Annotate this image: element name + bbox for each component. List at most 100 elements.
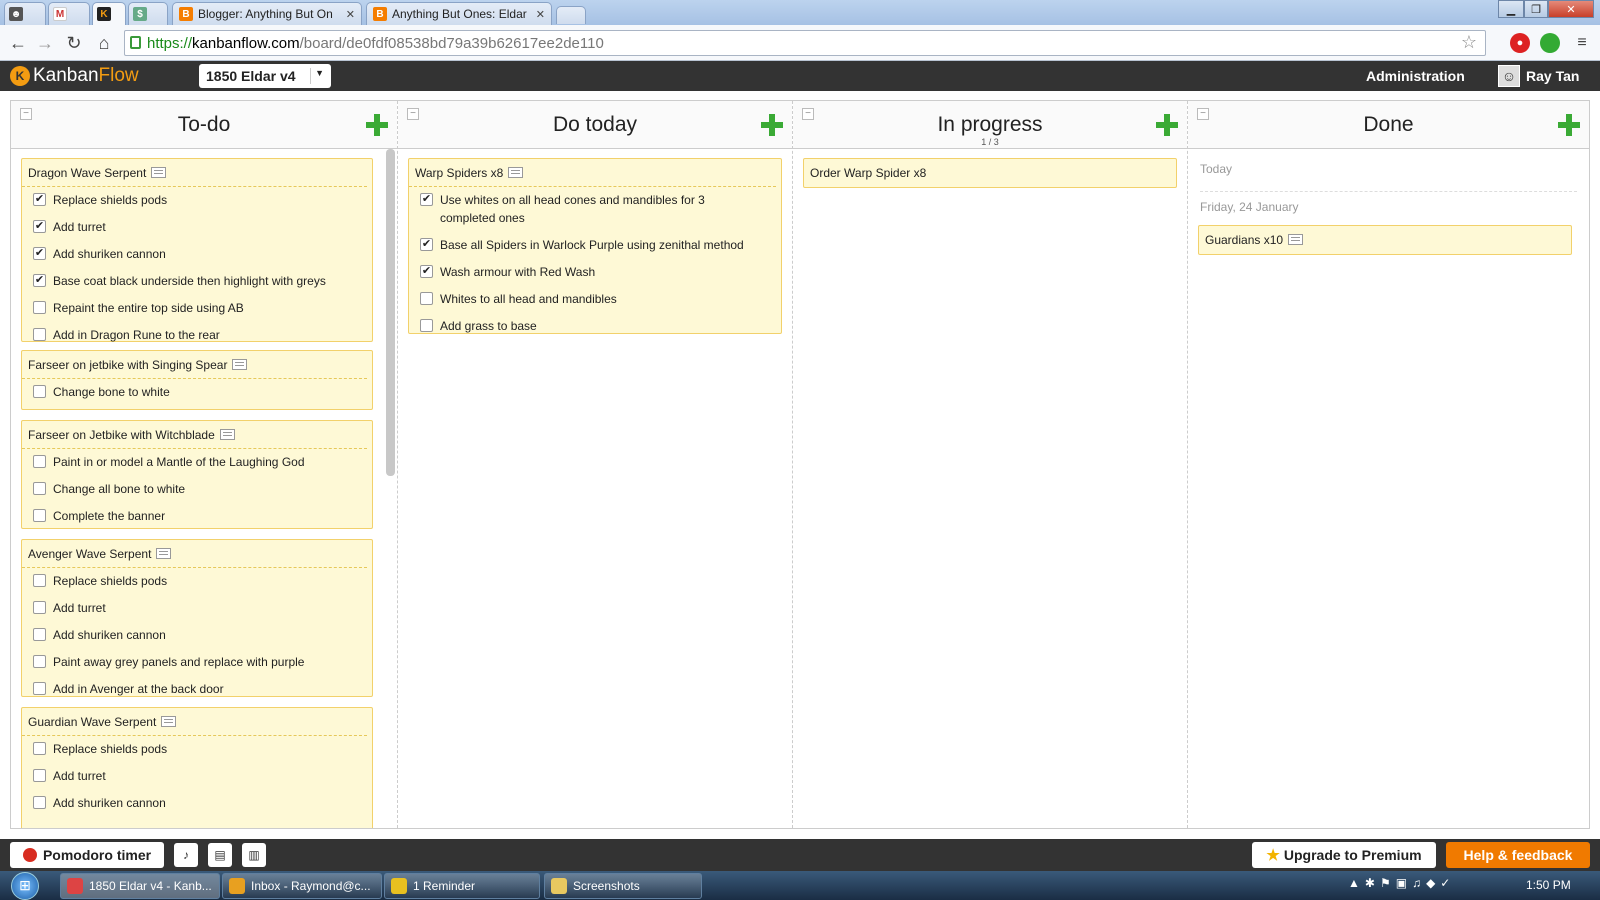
menu-icon[interactable]: ≡	[1570, 31, 1594, 55]
close-window-button[interactable]: ✕	[1548, 0, 1594, 18]
subtask-checkbox[interactable]	[420, 319, 433, 332]
help-feedback-button[interactable]: Help & feedback	[1446, 842, 1590, 868]
administration-link[interactable]: Administration	[1366, 68, 1465, 84]
add-task-button[interactable]	[1558, 114, 1580, 136]
taskbar-item-screenshots[interactable]: Screenshots	[544, 873, 702, 899]
task-title[interactable]: Guardians x10	[1199, 226, 1566, 253]
subtask-checkbox[interactable]	[33, 385, 46, 398]
column-scrollbar[interactable]	[386, 149, 395, 476]
subtask-checkbox[interactable]	[33, 601, 46, 614]
tab-pinned-alien[interactable]: ☻	[4, 2, 46, 25]
taskbar-label: Inbox - Raymond@c...	[251, 879, 371, 893]
tab-pinned-kanbanflow[interactable]: K	[92, 2, 126, 25]
bottom-toolbar: Pomodoro timer ♪ ▤ ▥ ★ Upgrade to Premium…	[0, 839, 1600, 871]
taskbar-item-reminder[interactable]: 1 Reminder	[384, 873, 540, 899]
subtask-checkbox[interactable]	[33, 742, 46, 755]
subtask-checkbox[interactable]: ✔	[420, 238, 433, 251]
task-card[interactable]: Avenger Wave Serpent Replace shields pod…	[21, 539, 373, 697]
subtask-text: Add shuriken cannon	[53, 628, 166, 642]
task-card[interactable]: Warp Spiders x8 ✔ Use whites on all head …	[408, 158, 782, 334]
start-button[interactable]: ⊞	[6, 871, 44, 900]
task-title[interactable]: Guardian Wave Serpent	[22, 708, 367, 736]
address-bar[interactable]: https://kanbanflow.com/board/de0fdf08538…	[124, 30, 1486, 56]
close-icon[interactable]: ✕	[536, 8, 545, 21]
subtask-checkbox[interactable]: ✔	[33, 274, 46, 287]
avatar[interactable]: ☺	[1498, 65, 1520, 87]
task-title[interactable]: Farseer on jetbike with Singing Spear	[22, 351, 367, 379]
tab-blogger[interactable]: B Blogger: Anything But On ✕	[172, 2, 362, 25]
kanbanflow-icon: K	[97, 7, 111, 21]
add-task-button[interactable]	[366, 114, 388, 136]
security-icon[interactable]: ✓	[1440, 876, 1450, 890]
task-card[interactable]: Guardian Wave Serpent Replace shields po…	[21, 707, 373, 828]
volume-icon[interactable]: ♫	[1412, 876, 1421, 890]
subtask-checkbox[interactable]	[33, 628, 46, 641]
print-icon[interactable]: ▤	[208, 843, 232, 867]
subtask-checkbox[interactable]	[33, 574, 46, 587]
add-task-button[interactable]	[761, 114, 783, 136]
back-button[interactable]: ←	[6, 31, 30, 55]
tab-pinned-other[interactable]: $	[128, 2, 168, 25]
task-title[interactable]: Avenger Wave Serpent	[22, 540, 367, 568]
subtask-checkbox[interactable]	[33, 455, 46, 468]
forward-button[interactable]: →	[33, 31, 57, 55]
system-clock[interactable]: 1:50 PM	[1526, 878, 1571, 892]
bookmark-star-icon[interactable]: ☆	[1461, 32, 1477, 53]
subtask-checkbox[interactable]	[33, 769, 46, 782]
task-title[interactable]: Warp Spiders x8	[409, 159, 776, 187]
close-icon[interactable]: ✕	[346, 8, 355, 21]
task-card[interactable]: Dragon Wave Serpent ✔ Replace shields pod…	[21, 158, 373, 342]
column-title: In progress	[937, 113, 1043, 136]
subtask-text: Change all bone to white	[53, 482, 186, 496]
add-task-button[interactable]	[1156, 114, 1178, 136]
subtask-checkbox[interactable]	[33, 682, 46, 695]
taskbar-item-outlook[interactable]: Inbox - Raymond@c...	[222, 873, 382, 899]
task-card[interactable]: Guardians x10	[1198, 225, 1572, 255]
subtask-checkbox[interactable]: ✔	[33, 193, 46, 206]
url-host: kanbanflow.com	[192, 34, 300, 52]
taskbar-item-chrome[interactable]: 1850 Eldar v4 - Kanb...	[60, 873, 220, 899]
day-header-today: Today	[1200, 162, 1233, 176]
stop-extension-icon[interactable]: ●	[1510, 33, 1530, 53]
browser-tab-strip: ☻ M K $ B Blogger: Anything But On ✕ B A…	[0, 0, 1600, 25]
sound-icon[interactable]: ♪	[174, 843, 198, 867]
board-selector[interactable]: 1850 Eldar v4 ▼	[199, 64, 331, 88]
upgrade-premium-button[interactable]: ★ Upgrade to Premium	[1252, 842, 1436, 868]
subtask-checkbox[interactable]	[420, 292, 433, 305]
subtask-checkbox[interactable]: ✔	[33, 247, 46, 260]
subtask-checkbox[interactable]	[33, 796, 46, 809]
task-card[interactable]: Farseer on jetbike with Singing Spear Ch…	[21, 350, 373, 410]
chevron-up-icon[interactable]: ▲	[1348, 876, 1360, 890]
minimize-button[interactable]: ▁	[1498, 0, 1524, 18]
flag-icon[interactable]: ⚑	[1380, 876, 1391, 890]
network-icon[interactable]: ▣	[1396, 876, 1407, 890]
subtask-checkbox[interactable]	[33, 301, 46, 314]
chart-icon[interactable]: ▥	[242, 843, 266, 867]
subtask-checkbox[interactable]: ✔	[420, 265, 433, 278]
task-title[interactable]: Farseer on Jetbike with Witchblade	[22, 421, 367, 449]
maximize-button[interactable]: ❐	[1524, 0, 1548, 18]
kanbanflow-logo[interactable]: K Kanban Flow	[10, 65, 139, 87]
task-card[interactable]: Farseer on Jetbike with Witchblade Paint…	[21, 420, 373, 529]
task-card[interactable]: Order Warp Spider x8	[803, 158, 1177, 188]
home-button[interactable]: ⌂	[92, 31, 116, 55]
subtask-checkbox[interactable]	[33, 328, 46, 341]
subtask-checkbox[interactable]: ✔	[420, 193, 433, 206]
task-title[interactable]: Dragon Wave Serpent	[22, 159, 367, 187]
subtask-checkbox[interactable]	[33, 509, 46, 522]
reload-button[interactable]: ↻	[62, 31, 86, 55]
user-name[interactable]: Ray Tan	[1526, 68, 1579, 84]
evernote-extension-icon[interactable]	[1540, 33, 1560, 53]
subtask-checkbox[interactable]	[33, 655, 46, 668]
subtask-checkbox[interactable]	[33, 482, 46, 495]
dropbox-icon[interactable]: ◆	[1426, 876, 1435, 890]
tab-anything-but-ones[interactable]: B Anything But Ones: Eldar ✕	[366, 2, 552, 25]
task-title[interactable]: Order Warp Spider x8	[804, 159, 1171, 186]
tab-pinned-gmail[interactable]: M	[48, 2, 90, 25]
pomodoro-timer-button[interactable]: Pomodoro timer	[10, 842, 164, 868]
subtask-checkbox[interactable]: ✔	[33, 220, 46, 233]
new-tab-button[interactable]	[556, 6, 586, 24]
lock-icon	[130, 36, 141, 49]
bluetooth-icon[interactable]: ✱	[1365, 876, 1375, 890]
column-title: Do today	[552, 113, 638, 136]
